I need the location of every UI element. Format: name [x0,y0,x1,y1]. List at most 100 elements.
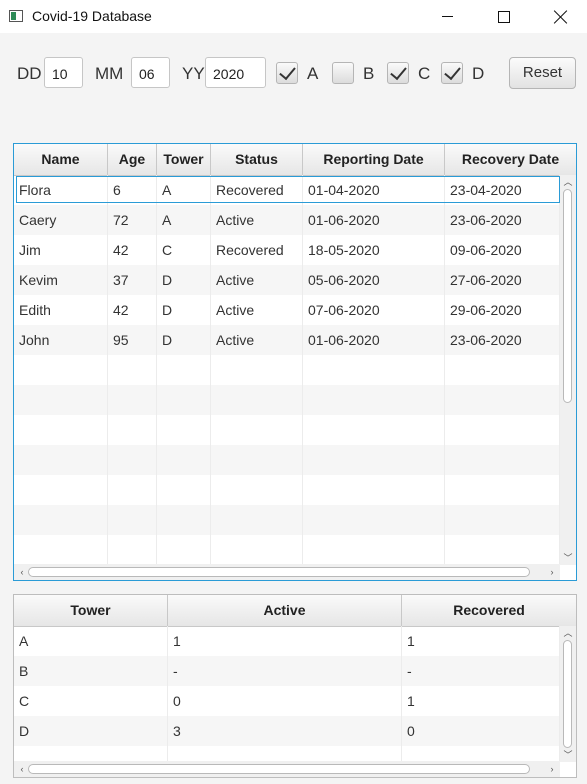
table-cell: 1 [168,626,402,656]
col-header-recovery-date[interactable]: Recovery Date [445,144,576,175]
close-button[interactable] [532,0,587,33]
maximize-button[interactable] [475,0,533,33]
table-cell [445,475,560,505]
table-cell: Recovered [211,235,303,265]
table-cell: D [157,265,211,295]
table-cell [14,475,108,505]
table-row[interactable]: B-- [14,656,560,686]
col-header-tower[interactable]: Tower [157,144,211,175]
table-cell: 6 [108,175,157,205]
dd-label: DD [17,64,42,83]
table-cell: Kevim [14,265,108,295]
table-cell [108,445,157,475]
table-cell [157,475,211,505]
table-cell: - [402,656,560,686]
col-header-recovered[interactable]: Recovered [402,595,576,626]
scroll-right-icon[interactable]: › [544,763,560,775]
table-cell [303,385,445,415]
table-cell: 29-06-2020 [445,295,560,325]
table-row[interactable] [14,385,560,415]
minimize-icon [441,16,453,17]
table-cell: 18-05-2020 [303,235,445,265]
col-header-age[interactable]: Age [108,144,157,175]
table-row[interactable]: Edith 42 D Active 07-06-2020 29-06-2020 [14,295,560,325]
summary-vscroll-thumb[interactable] [563,640,572,748]
table-cell [445,415,560,445]
table-row[interactable] [14,415,560,445]
patients-table-header: Name Age Tower Status Reporting Date Rec… [14,144,576,176]
table-cell [303,415,445,445]
table-row[interactable]: Kevim 37 D Active 05-06-2020 27-06-2020 [14,265,560,295]
table-cell [445,355,560,385]
checkbox-b[interactable] [332,62,354,84]
table-row[interactable] [14,475,560,505]
patients-hscroll-thumb[interactable] [28,567,530,577]
scroll-down-icon[interactable]: ﹀ [560,749,576,761]
patients-table[interactable]: Name Age Tower Status Reporting Date Rec… [13,143,577,581]
table-cell [211,385,303,415]
checkbox-c[interactable] [387,62,409,84]
table-cell [211,415,303,445]
table-row[interactable]: D30 [14,716,560,746]
table-row[interactable]: A11 [14,626,560,656]
table-cell: 42 [108,295,157,325]
mm-field[interactable]: 06 [131,57,170,88]
summary-vertical-scrollbar[interactable]: ︿ ﹀ [560,626,576,762]
patients-horizontal-scrollbar[interactable]: ‹ › [14,564,560,580]
col-header-status[interactable]: Status [211,144,303,175]
summary-table[interactable]: Tower Active Recovered A11B--C01D30 ︿ ﹀ … [13,594,577,778]
table-cell [445,445,560,475]
summary-table-header: Tower Active Recovered [14,595,576,627]
table-cell: 23-04-2020 [445,175,560,205]
table-cell: D [157,295,211,325]
table-cell [211,475,303,505]
table-cell [157,355,211,385]
scroll-up-icon[interactable]: ︿ [560,627,576,639]
table-cell: 07-06-2020 [303,295,445,325]
table-row[interactable]: John 95 D Active 01-06-2020 23-06-2020 [14,325,560,355]
table-row[interactable] [14,355,560,385]
col-header-name[interactable]: Name [14,144,108,175]
scroll-up-icon[interactable]: ︿ [560,176,576,188]
dd-field[interactable]: 10 [44,57,83,88]
reset-button[interactable]: Reset [509,57,576,89]
table-row[interactable] [14,535,560,565]
table-cell [157,385,211,415]
summary-horizontal-scrollbar[interactable]: ‹ › [14,761,560,777]
yy-field[interactable]: 2020 [205,57,266,88]
table-cell: Active [211,295,303,325]
table-cell: Edith [14,295,108,325]
table-cell: Active [211,205,303,235]
table-cell: A [157,175,211,205]
table-row[interactable]: Caery 72 A Active 01-06-2020 23-06-2020 [14,205,560,235]
table-cell [445,505,560,535]
table-row[interactable] [14,445,560,475]
table-cell: 95 [108,325,157,355]
checkbox-d[interactable] [441,62,463,84]
table-cell: 05-06-2020 [303,265,445,295]
table-row[interactable]: Jim 42 C Recovered 18-05-2020 09-06-2020 [14,235,560,265]
table-row[interactable]: C01 [14,686,560,716]
table-cell: 01-04-2020 [303,175,445,205]
table-cell: 01-06-2020 [303,325,445,355]
table-cell: Jim [14,235,108,265]
table-cell [303,355,445,385]
col-header-tower[interactable]: Tower [14,595,168,626]
table-cell: C [157,235,211,265]
scroll-down-icon[interactable]: ﹀ [560,552,576,564]
checkbox-a[interactable] [276,62,298,84]
table-cell: John [14,325,108,355]
table-cell [303,475,445,505]
summary-hscroll-thumb[interactable] [28,764,530,774]
table-row[interactable] [14,505,560,535]
table-cell: Active [211,265,303,295]
patients-vscroll-thumb[interactable] [563,189,572,403]
table-row[interactable]: Flora 6 A Recovered 01-04-2020 23-04-2020 [14,175,560,205]
title-bar: Covid-19 Database [0,0,587,33]
col-header-active[interactable]: Active [168,595,402,626]
col-header-reporting-date[interactable]: Reporting Date [303,144,445,175]
app-icon [9,10,23,22]
scroll-right-icon[interactable]: › [544,566,560,578]
minimize-button[interactable] [418,0,476,33]
patients-vertical-scrollbar[interactable]: ︿ ﹀ [560,175,576,565]
